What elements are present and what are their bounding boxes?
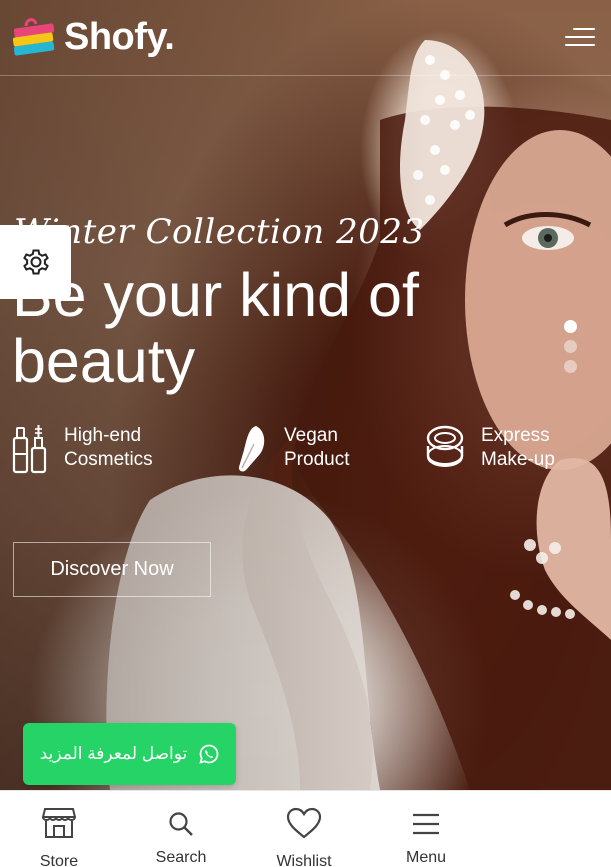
bottom-navigation: Store Search Wishlist Menu [0, 790, 611, 867]
discover-now-button[interactable]: Discover Now [13, 542, 211, 597]
nav-label: Menu [405, 849, 447, 866]
gear-icon [22, 249, 49, 275]
feature-item: Express Make-up [425, 424, 555, 476]
menu-icon [413, 813, 439, 835]
hero-banner: Shofy. Winter Collection 2023 Be your ki… [0, 0, 611, 790]
vegan-leaf-icon [238, 426, 265, 472]
feature-item: Vegan Product [232, 424, 349, 476]
nav-item-menu[interactable]: Menu [376, 791, 476, 867]
feature-label: Vegan Product [284, 425, 350, 470]
nav-label: Store [39, 853, 79, 867]
slider-dot[interactable] [564, 340, 577, 353]
nav-item-store[interactable]: Store [9, 791, 109, 867]
feature-item: High-end Cosmetics [12, 424, 153, 476]
slider-dot[interactable] [564, 320, 577, 333]
feature-list: High-end Cosmetics Vegan Product Express… [12, 424, 602, 480]
feature-label: Express Make-up [481, 425, 555, 470]
search-icon [169, 812, 193, 836]
store-icon [42, 808, 76, 838]
logo[interactable]: Shofy. [12, 15, 175, 59]
site-header: Shofy. [0, 0, 611, 76]
slider-pagination [564, 320, 577, 380]
whatsapp-icon [199, 744, 219, 764]
feature-label: High-end Cosmetics [64, 425, 153, 470]
cosmetics-icon [12, 425, 47, 474]
nav-item-search[interactable]: Search [131, 791, 231, 867]
nav-label: Search [155, 849, 207, 866]
whatsapp-label: تواصل لمعرفة المزيد [39, 744, 188, 763]
slider-dot[interactable] [564, 360, 577, 373]
shopping-bag-icon [12, 18, 55, 56]
settings-button[interactable] [0, 225, 71, 299]
heart-icon [286, 807, 322, 839]
nav-item-wishlist[interactable]: Wishlist [254, 791, 354, 867]
hero-title: Be your kind of beauty [12, 261, 419, 395]
nav-label: Wishlist [276, 853, 332, 867]
hero-subtitle: Winter Collection 2023 [14, 212, 425, 252]
whatsapp-contact-button[interactable]: تواصل لمعرفة المزيد [23, 723, 236, 785]
hamburger-menu-icon[interactable] [565, 26, 595, 48]
makeup-compact-icon [426, 425, 464, 467]
logo-text: Shofy. [64, 16, 175, 58]
